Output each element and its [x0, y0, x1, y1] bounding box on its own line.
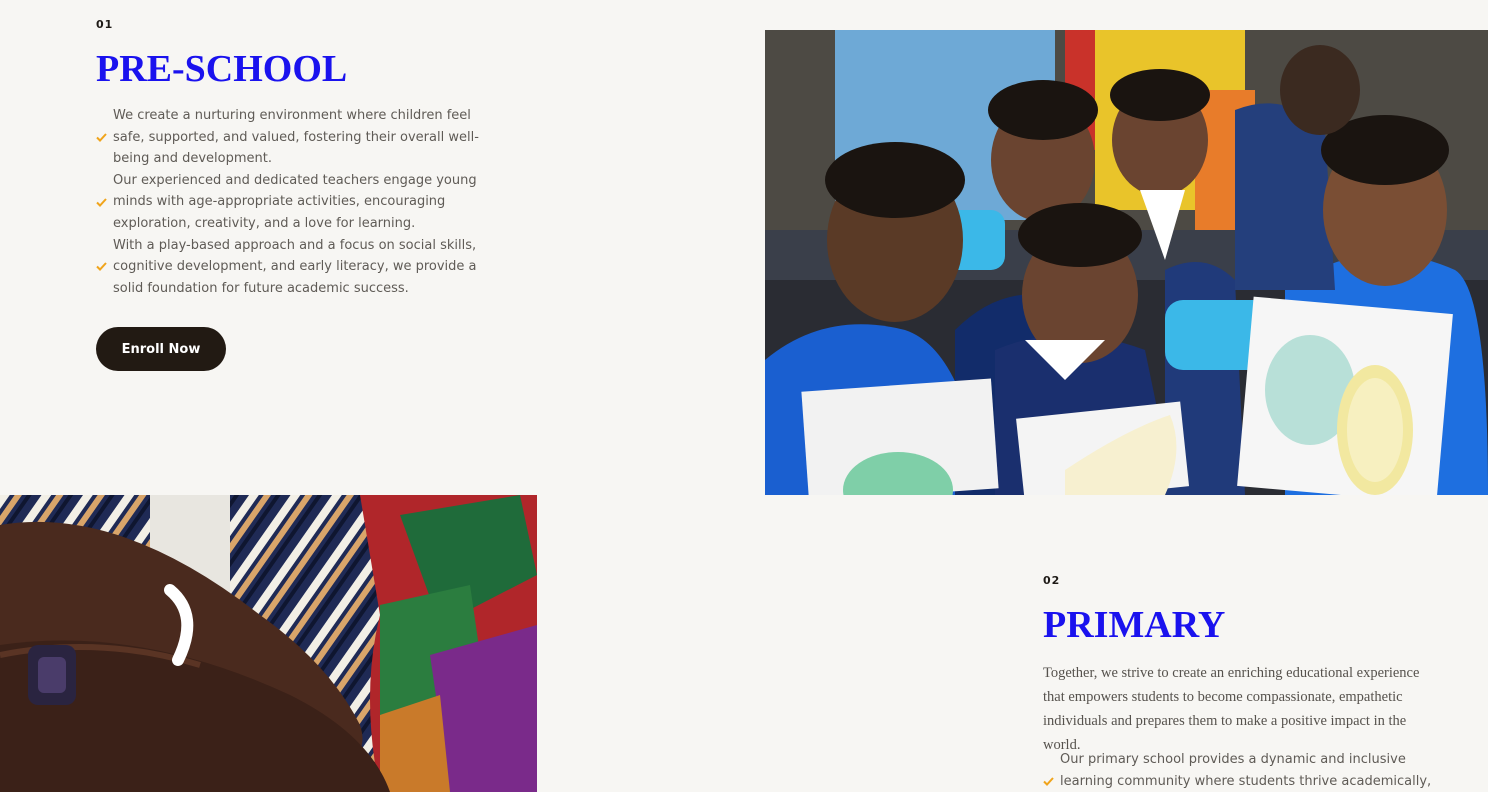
enroll-now-button[interactable]: Enroll Now — [96, 327, 226, 371]
list-item: With a play-based approach and a focus o… — [96, 235, 496, 300]
children-with-fruit-drawings-photo — [765, 30, 1488, 495]
crossed-arms-kente-cloth-photo — [0, 495, 537, 792]
primary-checklist: Our primary school provides a dynamic an… — [1043, 749, 1443, 792]
list-item: Our experienced and dedicated teachers e… — [96, 170, 496, 235]
list-item-text: We create a nurturing environment where … — [113, 108, 479, 167]
checkmark-icon — [96, 133, 113, 142]
primary-title: PRIMARY — [1043, 604, 1226, 646]
primary-intro: Together, we strive to create an enrichi… — [1043, 665, 1420, 753]
list-item-text: With a play-based approach and a focus o… — [113, 237, 477, 296]
checkmark-icon — [1043, 777, 1060, 786]
list-item: We create a nurturing environment where … — [96, 105, 496, 170]
list-item: Our primary school provides a dynamic an… — [1043, 749, 1443, 792]
preschool-title: PRE-SCHOOL — [96, 48, 348, 90]
primary-number: 02 — [1043, 574, 1061, 587]
list-item-text: Our primary school provides a dynamic an… — [1060, 752, 1432, 789]
preschool-number: 01 — [96, 18, 114, 31]
checkmark-icon — [96, 197, 113, 207]
checkmark-icon — [96, 262, 113, 272]
preschool-checklist: We create a nurturing environment where … — [96, 105, 496, 299]
list-item-text: Our experienced and dedicated teachers e… — [113, 172, 477, 231]
